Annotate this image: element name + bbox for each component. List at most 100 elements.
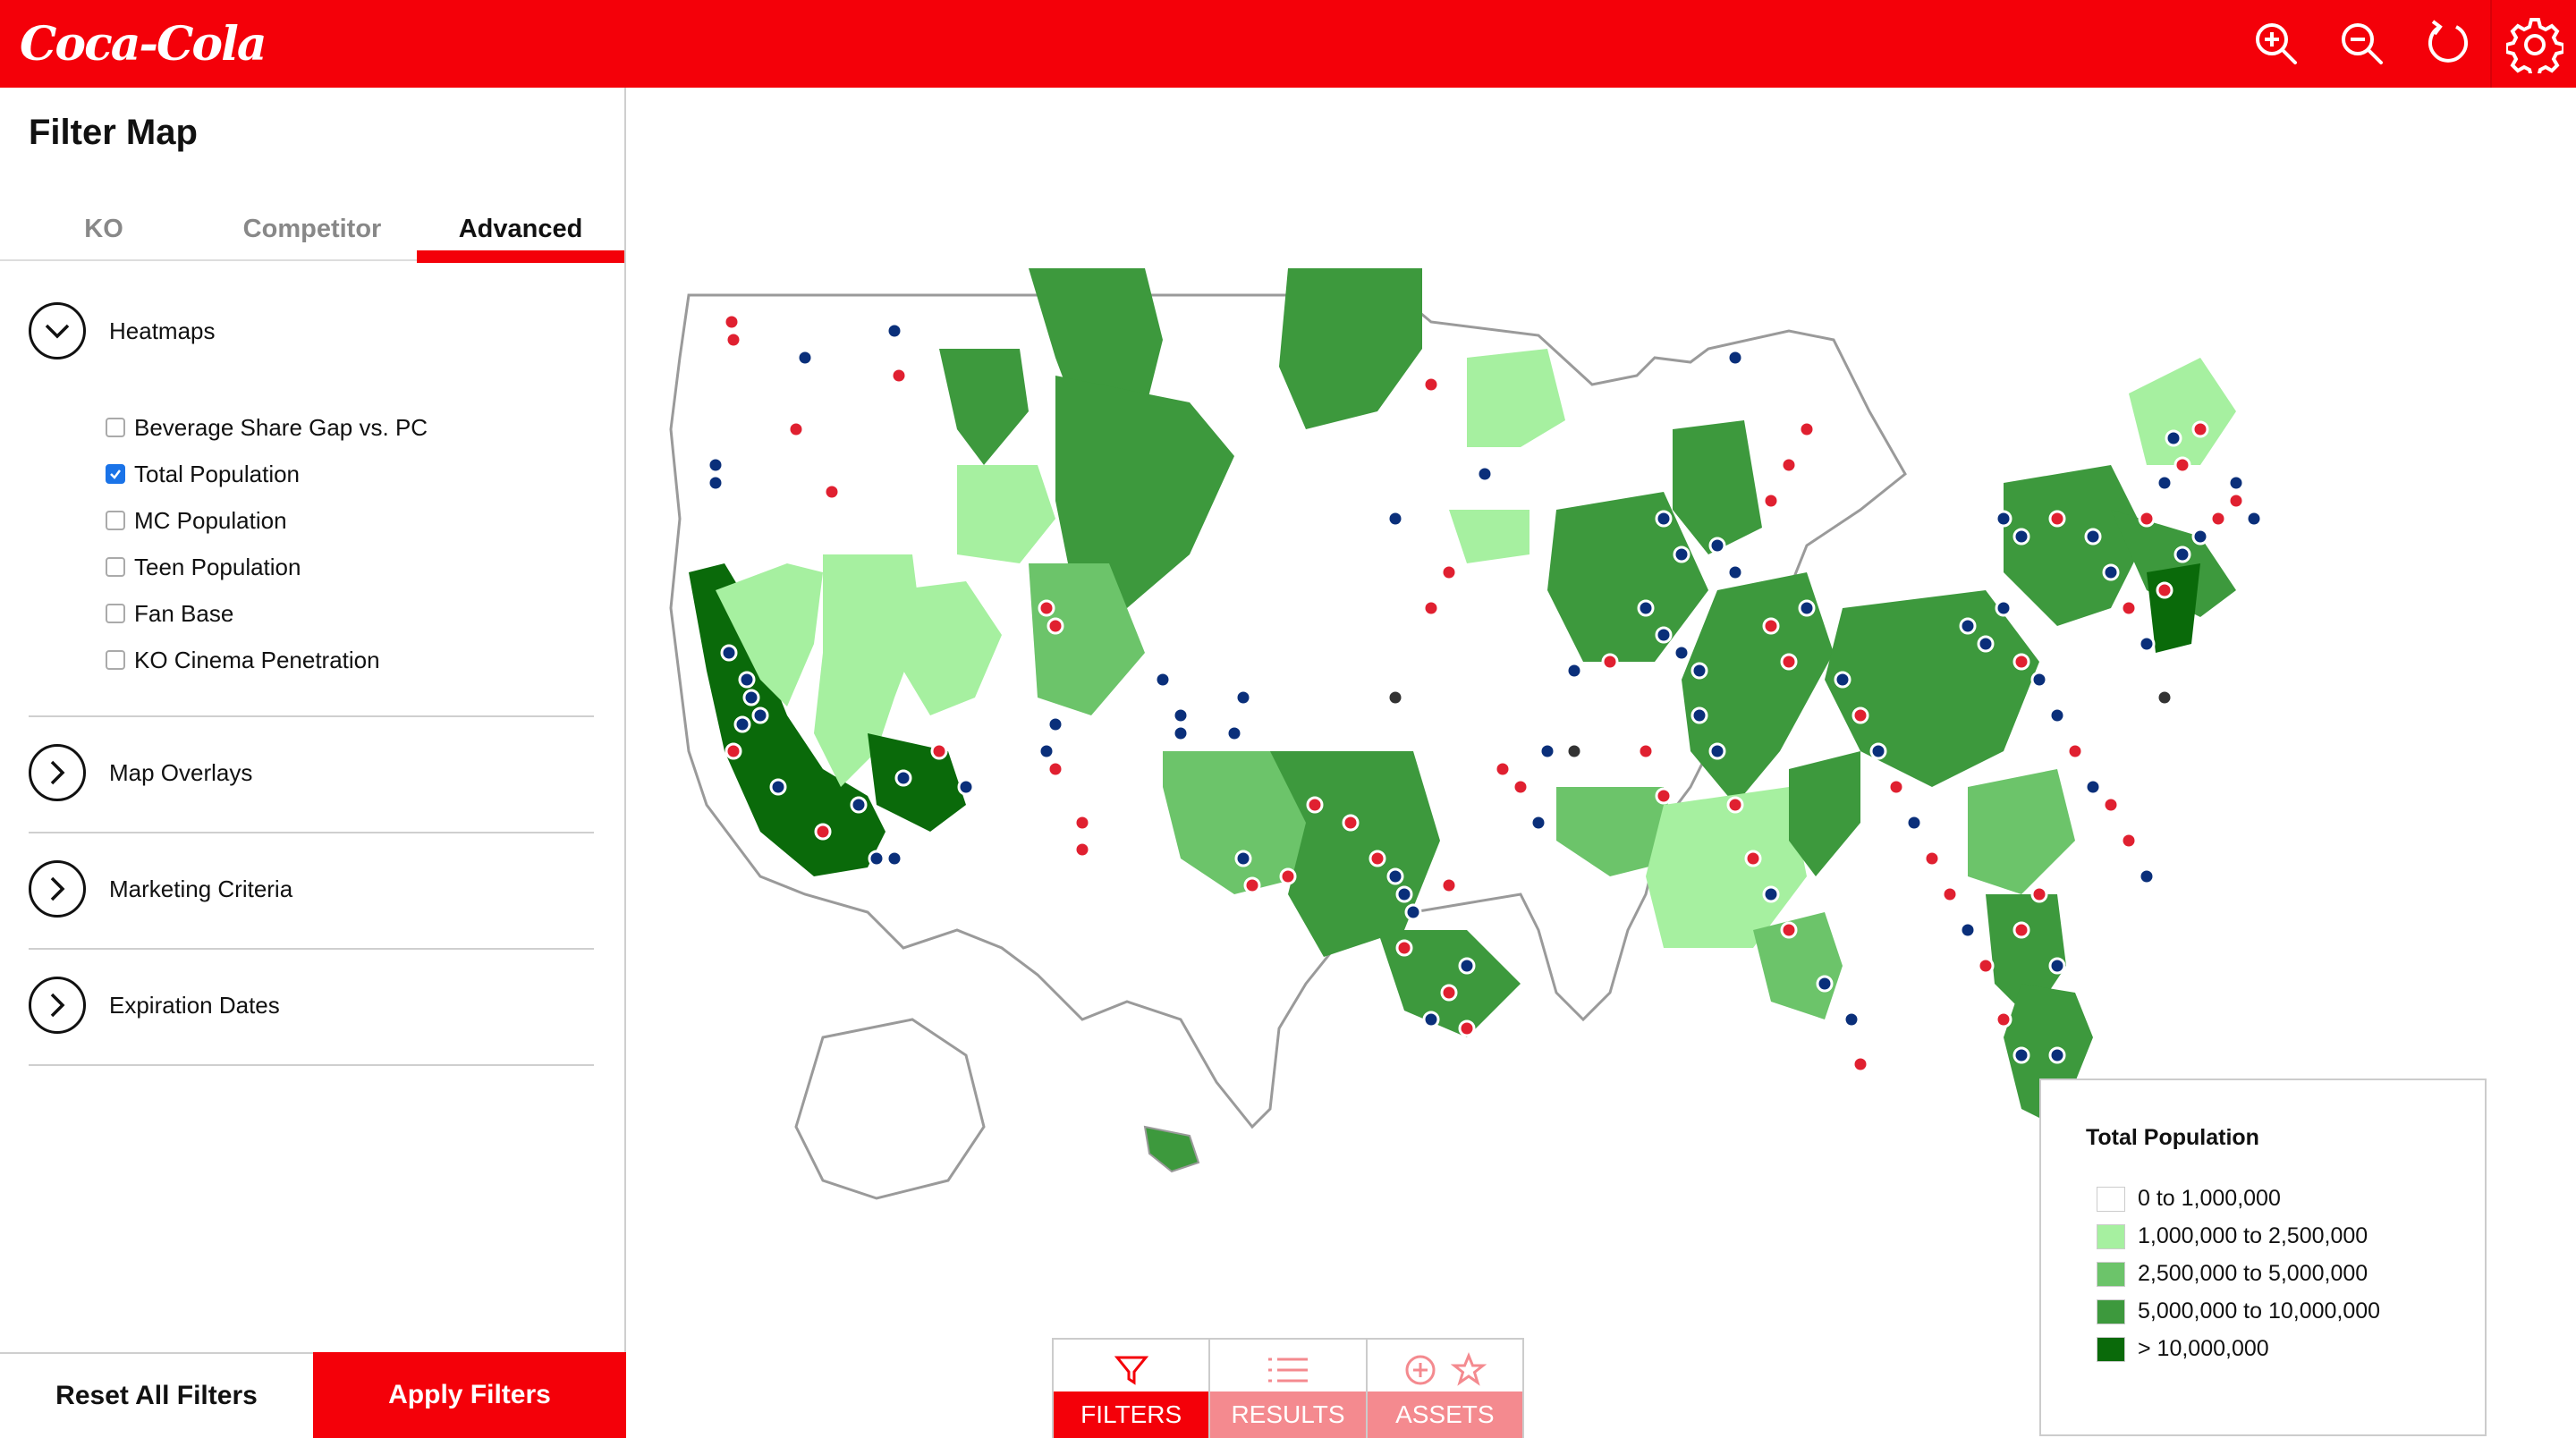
location-marker[interactable]: [2048, 957, 2066, 975]
location-marker[interactable]: [1726, 349, 1744, 367]
location-marker[interactable]: [1565, 742, 1583, 760]
location-marker[interactable]: [2156, 474, 2174, 492]
location-marker[interactable]: [1959, 617, 1977, 635]
location-marker[interactable]: [1780, 921, 1798, 939]
location-marker[interactable]: [890, 367, 908, 385]
location-marker[interactable]: [1977, 957, 1995, 975]
location-marker[interactable]: [1637, 742, 1655, 760]
location-marker[interactable]: [1234, 689, 1252, 706]
location-marker[interactable]: [1690, 706, 1708, 724]
location-marker[interactable]: [1538, 742, 1556, 760]
location-marker[interactable]: [2048, 1046, 2066, 1064]
checkbox[interactable]: [106, 418, 125, 437]
location-marker[interactable]: [1843, 1011, 1860, 1028]
location-marker[interactable]: [1073, 841, 1091, 859]
location-marker[interactable]: [1440, 876, 1458, 894]
location-marker[interactable]: [1154, 671, 1172, 689]
checkbox[interactable]: [106, 604, 125, 623]
coca-cola-logo[interactable]: Coca-Cola: [20, 11, 267, 77]
location-marker[interactable]: [1852, 1055, 1869, 1073]
location-marker[interactable]: [2102, 796, 2120, 814]
location-marker[interactable]: [2165, 429, 2182, 447]
location-marker[interactable]: [2138, 510, 2156, 528]
option-fan-base[interactable]: Fan Base: [106, 596, 233, 631]
location-marker[interactable]: [1458, 1019, 1476, 1037]
location-marker[interactable]: [2012, 1046, 2030, 1064]
reset-filters-button[interactable]: Reset All Filters: [0, 1352, 313, 1438]
option-total-population[interactable]: Total Population: [106, 456, 300, 492]
option-ko-cinema-penetration[interactable]: KO Cinema Penetration: [106, 642, 380, 678]
settings-button[interactable]: [2490, 0, 2576, 88]
location-marker[interactable]: [2120, 599, 2138, 617]
location-marker[interactable]: [1038, 599, 1055, 617]
location-marker[interactable]: [957, 778, 975, 796]
location-marker[interactable]: [2174, 546, 2191, 563]
location-marker[interactable]: [814, 823, 832, 841]
location-marker[interactable]: [1708, 537, 1726, 554]
heatmaps-header[interactable]: Heatmaps: [29, 295, 594, 367]
option-beverage-share-gap[interactable]: Beverage Share Gap vs. PC: [106, 410, 428, 445]
location-marker[interactable]: [2012, 921, 2030, 939]
location-marker[interactable]: [1225, 724, 1243, 742]
location-marker[interactable]: [1234, 850, 1252, 867]
location-marker[interactable]: [2012, 528, 2030, 546]
location-marker[interactable]: [1655, 510, 1673, 528]
location-marker[interactable]: [1243, 876, 1261, 894]
location-marker[interactable]: [1422, 1011, 1440, 1028]
location-marker[interactable]: [1762, 617, 1780, 635]
location-marker[interactable]: [1995, 510, 2012, 528]
location-marker[interactable]: [733, 715, 751, 733]
location-marker[interactable]: [1046, 760, 1064, 778]
location-marker[interactable]: [769, 778, 787, 796]
location-marker[interactable]: [738, 671, 756, 689]
location-marker[interactable]: [1762, 885, 1780, 903]
location-marker[interactable]: [2030, 885, 2048, 903]
location-marker[interactable]: [2102, 563, 2120, 581]
location-marker[interactable]: [1038, 742, 1055, 760]
location-marker[interactable]: [1494, 760, 1512, 778]
location-marker[interactable]: [2227, 492, 2245, 510]
location-marker[interactable]: [1673, 546, 1690, 563]
location-marker[interactable]: [1673, 644, 1690, 662]
option-teen-population[interactable]: Teen Population: [106, 549, 301, 585]
location-marker[interactable]: [1977, 635, 1995, 653]
location-marker[interactable]: [1959, 921, 1977, 939]
location-marker[interactable]: [787, 420, 805, 438]
marketing-criteria-header[interactable]: Marketing Criteria: [29, 853, 594, 925]
us-population-map[interactable]: [662, 250, 2379, 1216]
location-marker[interactable]: [1887, 778, 1905, 796]
location-marker[interactable]: [1834, 671, 1852, 689]
location-marker[interactable]: [1342, 814, 1360, 832]
location-marker[interactable]: [1395, 939, 1413, 957]
location-marker[interactable]: [1726, 563, 1744, 581]
location-marker[interactable]: [1368, 850, 1386, 867]
location-marker[interactable]: [1073, 814, 1091, 832]
location-marker[interactable]: [1530, 814, 1547, 832]
location-marker[interactable]: [1440, 984, 1458, 1002]
location-marker[interactable]: [2138, 635, 2156, 653]
location-marker[interactable]: [2156, 581, 2174, 599]
location-marker[interactable]: [1905, 814, 1923, 832]
location-marker[interactable]: [1869, 742, 1887, 760]
location-marker[interactable]: [1422, 376, 1440, 393]
location-marker[interactable]: [2156, 689, 2174, 706]
location-marker[interactable]: [868, 850, 886, 867]
location-marker[interactable]: [707, 456, 724, 474]
refresh-icon[interactable]: [2422, 18, 2474, 70]
location-marker[interactable]: [1404, 903, 1422, 921]
tab-competitor[interactable]: Competitor: [208, 197, 417, 261]
location-marker[interactable]: [724, 742, 742, 760]
location-marker[interactable]: [1279, 867, 1297, 885]
location-marker[interactable]: [2227, 474, 2245, 492]
location-marker[interactable]: [1744, 850, 1762, 867]
tab-results[interactable]: RESULTS: [1210, 1340, 1368, 1438]
location-marker[interactable]: [894, 769, 912, 787]
location-marker[interactable]: [2209, 510, 2227, 528]
location-marker[interactable]: [1995, 599, 2012, 617]
location-marker[interactable]: [1386, 867, 1404, 885]
location-marker[interactable]: [1458, 957, 1476, 975]
location-marker[interactable]: [1172, 706, 1190, 724]
location-marker[interactable]: [1923, 850, 1941, 867]
map-overlays-header[interactable]: Map Overlays: [29, 737, 594, 808]
location-marker[interactable]: [1386, 510, 1404, 528]
